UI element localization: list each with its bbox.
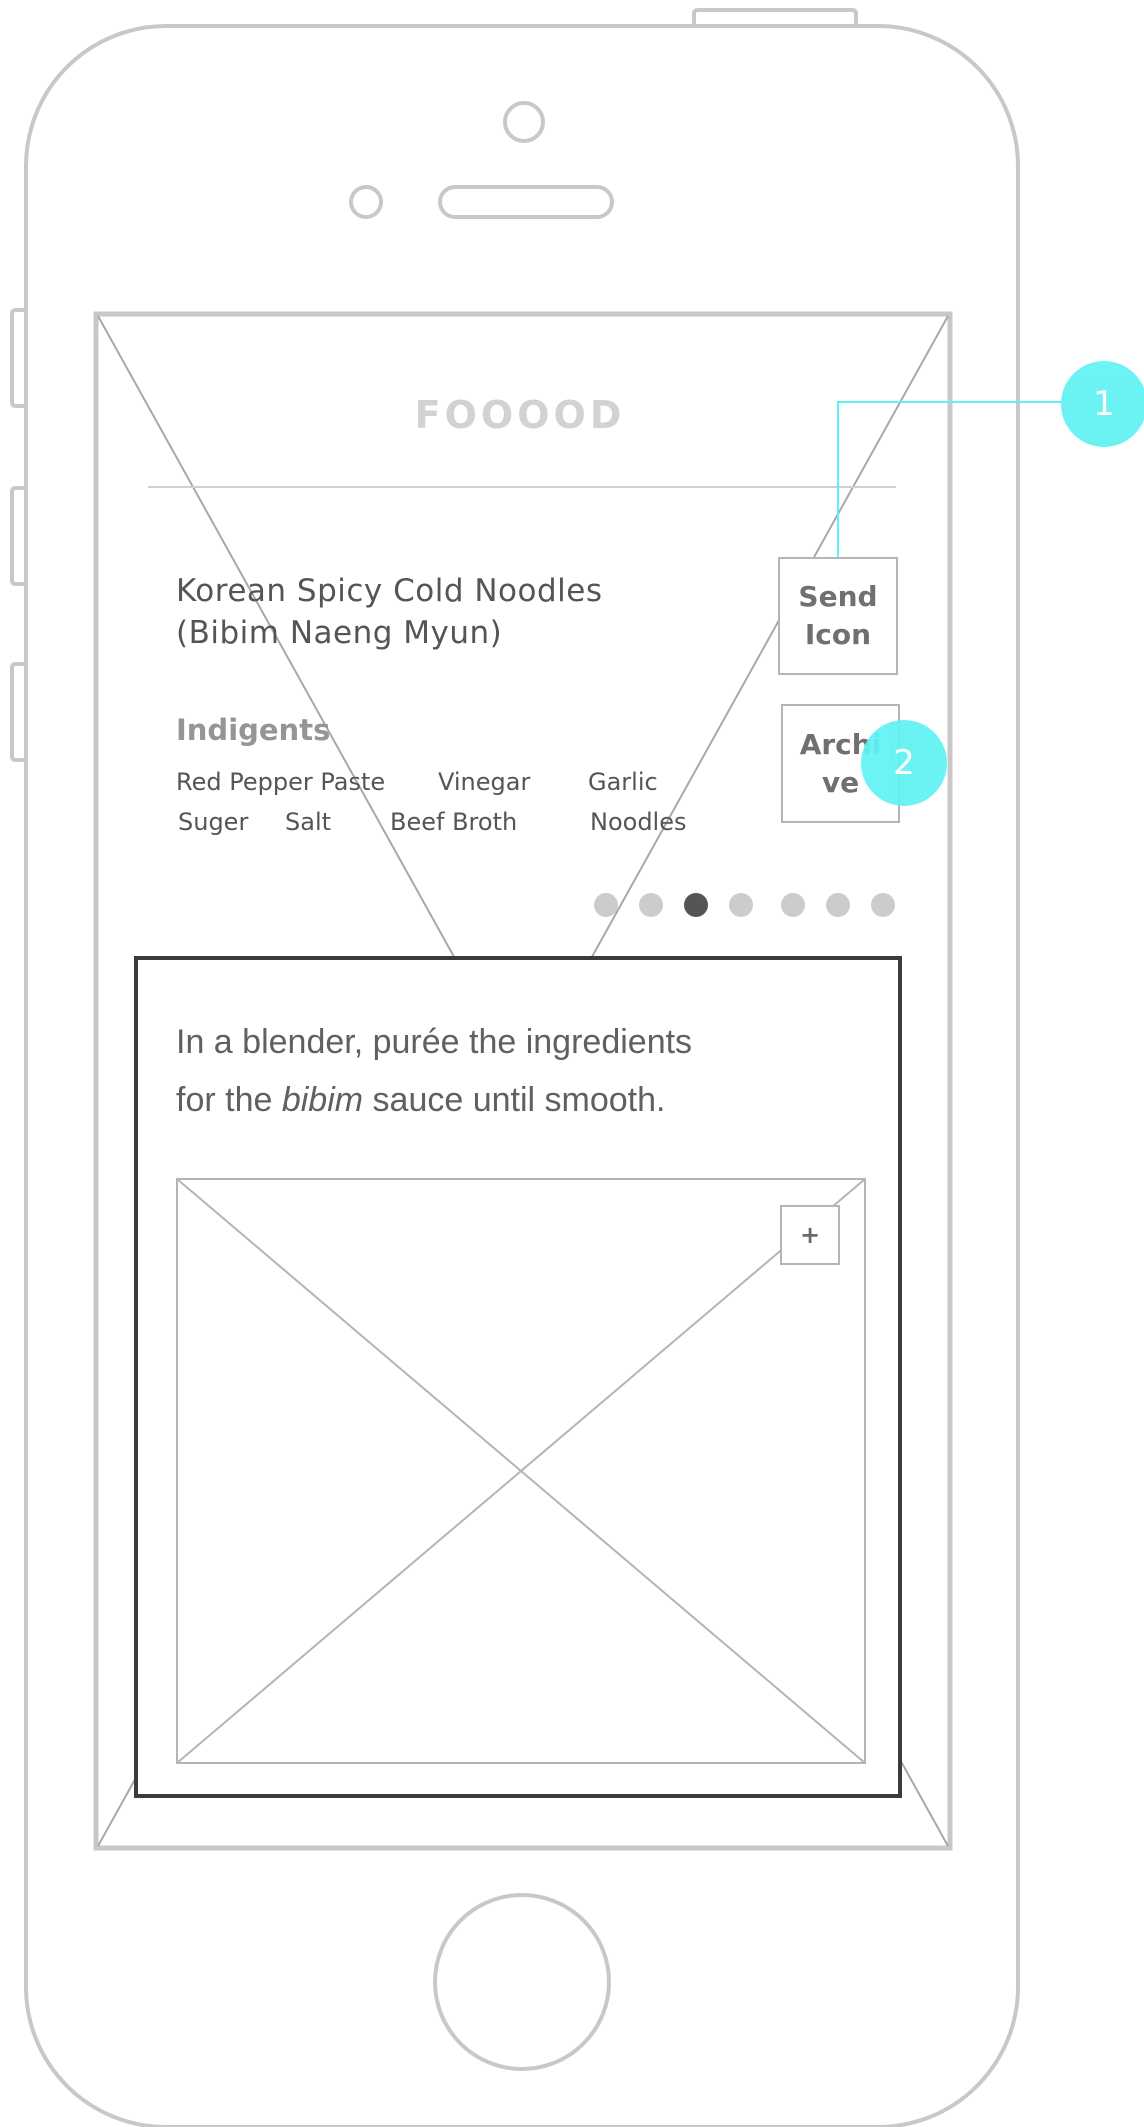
ingredient-item: Noodles (590, 808, 687, 836)
step-instruction: In a blender, purée the ingredients for … (176, 1023, 693, 1119)
annotation-callout-2: 2 (861, 720, 947, 806)
page-dot-2[interactable] (639, 893, 663, 917)
ingredient-item: Vinegar (438, 768, 531, 796)
power-button (692, 8, 858, 26)
ingredients-label: Indigents (176, 713, 331, 747)
page-dot-4[interactable] (729, 893, 753, 917)
recipe-title-line-2: (Bibim Naeng Myun) (176, 615, 503, 651)
mute-switch (10, 308, 26, 408)
plus-icon: + (799, 1221, 821, 1249)
send-button[interactable]: Send Icon (778, 557, 898, 675)
page-dot-3[interactable] (684, 893, 708, 917)
image-placeholder (176, 1178, 866, 1764)
page-dot-5[interactable] (781, 893, 805, 917)
ingredient-item: Suger (178, 808, 249, 836)
recipe-title: Korean Spicy Cold Noodles (Bibim Naeng M… (176, 570, 736, 654)
volume-up-button (10, 486, 26, 586)
volume-down-button (10, 662, 26, 762)
ingredient-item: Beef Broth (390, 808, 518, 836)
recipe-title-line-1: Korean Spicy Cold Noodles (176, 573, 603, 609)
proximity-sensor (349, 185, 383, 219)
page-dot-6[interactable] (826, 893, 850, 917)
annotation-callout-1: 1 (1061, 361, 1144, 447)
front-camera (503, 101, 545, 143)
app-title: FOOOOD (414, 393, 626, 437)
ingredient-item: Garlic (588, 768, 658, 796)
ingredient-item: Red Pepper Paste (176, 768, 386, 796)
page-dot-7[interactable] (871, 893, 895, 917)
page-dot-1[interactable] (594, 893, 618, 917)
earpiece-speaker (438, 185, 614, 219)
home-button (433, 1893, 611, 2071)
expand-image-button[interactable]: + (780, 1205, 840, 1265)
ingredient-item: Salt (285, 808, 332, 836)
send-icon: Send Icon (798, 580, 878, 651)
